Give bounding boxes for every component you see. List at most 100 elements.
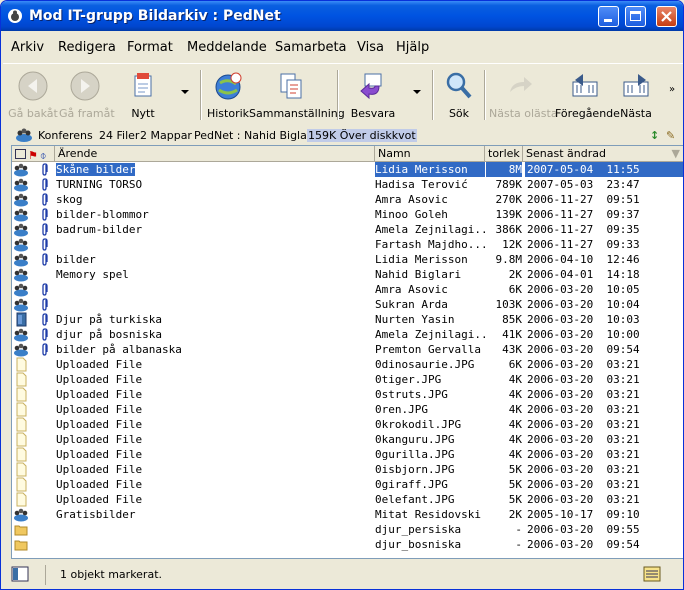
search-button[interactable]: Sök	[439, 68, 479, 122]
table-row[interactable]: badrum-bilder Amela Zejnilagi... 386K 2006-…	[12, 222, 683, 237]
size-cell: 41K	[502, 328, 522, 341]
name-cell: 0elefant.JPG	[375, 493, 455, 506]
message-list[interactable]: ⚑ ⌽ Ärende Namn torlek Senast ändrad ▼ Skå…	[11, 145, 683, 559]
table-row[interactable]: Memory spel Nahid Biglari 2K 2006-04-01 14:…	[12, 267, 683, 282]
table-row[interactable]: Uploaded File 0kanguru.JPG 4K 2006-03-20 03…	[12, 432, 683, 447]
name-cell: 0isbjorn.JPG	[375, 463, 455, 476]
date-cell: 2006-03-20 10:05	[527, 283, 640, 296]
subject-cell: Uploaded File	[56, 418, 143, 431]
toolbar-overflow-chevron-icon[interactable]: »	[669, 84, 675, 95]
table-row[interactable]: djur_bosniska -2006-03-20 09:54	[12, 537, 683, 552]
app-icon	[8, 9, 22, 23]
name-cell: 0gurilla.JPG	[375, 448, 455, 461]
back-button[interactable]: Gå bakåt	[7, 68, 59, 122]
file-icon	[13, 357, 29, 372]
table-row[interactable]: djur på bosniska Amela Zejnilagi... 41K 200…	[12, 327, 683, 342]
menu-hjalp[interactable]: Hjälp	[396, 40, 429, 55]
name-cell: 0krokodil.JPG	[375, 418, 462, 431]
table-row[interactable]: Sukran Arda 103K 2006-03-20 10:04	[12, 297, 683, 312]
reply-dropdown-arrow[interactable]	[413, 90, 421, 94]
conference-icon	[13, 207, 29, 222]
attachment-icon	[41, 207, 51, 222]
menu-visa[interactable]: Visa	[357, 40, 384, 55]
forward-arrow-icon	[70, 71, 100, 101]
table-row[interactable]: Uploaded File 0krokodil.JPG 4K 2006-03-20 0…	[12, 417, 683, 432]
date-cell: 2006-03-20 03:21	[527, 433, 640, 446]
conference-icon	[13, 507, 29, 522]
subject-cell	[56, 537, 374, 552]
table-row[interactable]: Fartash Majdho... 12K 2006-11-27 09:33	[12, 237, 683, 252]
close-button[interactable]	[656, 6, 677, 27]
subject-column-header[interactable]: Ärende	[55, 146, 375, 161]
name-cell: Nahid Biglari	[375, 268, 462, 281]
menu-format[interactable]: Format	[127, 40, 173, 55]
table-row[interactable]: TURNING TORSO Hadisa Terović 789K 2007-05-0…	[12, 177, 683, 192]
table-row[interactable]: Amra Asovic 6K 2006-03-20 10:05	[12, 282, 683, 297]
table-row[interactable]: Uploaded File 0struts.JPG 4K 2006-03-20 03:…	[12, 387, 683, 402]
date-cell: 2006-04-01 14:18	[527, 268, 640, 281]
date-cell: 2006-03-20 10:04	[527, 298, 640, 311]
table-row[interactable]: bilder-blommor Minoo Goleh 139K 2006-11-27 …	[12, 207, 683, 222]
subject-cell: Djur på turkiska	[56, 313, 162, 326]
size-cell: 8M	[486, 162, 522, 177]
table-row[interactable]: Uploaded File 0gurilla.JPG 4K 2006-03-20 03…	[12, 447, 683, 462]
attachment-icon	[41, 282, 51, 297]
subject-cell: Uploaded File	[56, 358, 143, 371]
date-column-header[interactable]: Senast ändrad ▼	[523, 146, 683, 161]
history-button[interactable]: Historik	[206, 68, 250, 122]
folder-count: 2 Mappar	[140, 129, 192, 142]
table-row[interactable]: djur_persiska -2006-03-20 09:55	[12, 522, 683, 537]
table-row[interactable]: Uploaded File 0ren.JPG 4K 2006-03-20 03:21	[12, 402, 683, 417]
date-cell: 2006-03-20 03:21	[527, 358, 640, 371]
minimize-button[interactable]	[598, 6, 619, 27]
conference-icon	[13, 297, 29, 312]
summary-button[interactable]: Sammanställning	[249, 68, 345, 122]
menu-meddelande[interactable]: Meddelande	[187, 40, 267, 55]
table-row[interactable]: skog Amra Asovic 270K 2006-11-27 09:51	[12, 192, 683, 207]
next-button[interactable]: Nästa	[615, 68, 657, 122]
file-icon	[13, 477, 29, 492]
subject-cell: Skåne bilder	[56, 163, 136, 176]
forward-button[interactable]: Gå framåt	[59, 68, 115, 122]
status-bar: 1 objekt markerat.	[3, 561, 683, 587]
table-row[interactable]: Skåne bilder Lidia Merisson 8M 2007-05-04 1…	[12, 162, 683, 177]
table-row[interactable]: Uploaded File 0elefant.JPG 5K 2006-03-20 03…	[12, 492, 683, 507]
date-cell: 2005-10-17 09:10	[527, 508, 640, 521]
next-unread-button[interactable]: Nästa olästa	[489, 68, 558, 122]
pencil-icon[interactable]: ✎	[666, 129, 675, 142]
table-row[interactable]: Uploaded File 0tiger.JPG 4K 2006-03-20 03:2…	[12, 372, 683, 387]
table-row[interactable]: bilder Lidia Merisson 9.8M 2006-04-10 12:46	[12, 252, 683, 267]
folder-icon	[13, 522, 29, 537]
subject-cell: Uploaded File	[56, 463, 143, 476]
pane-toggle-icon[interactable]	[11, 566, 29, 582]
attachment-icon	[41, 192, 51, 207]
new-button[interactable]: Nytt	[115, 68, 171, 122]
table-row[interactable]: Uploaded File 0dinosaurie.JPG 6K 2006-03-20…	[12, 357, 683, 372]
sort-indicator-icon[interactable]: ↕	[650, 129, 659, 142]
view-options-icon[interactable]	[643, 566, 661, 582]
name-cell: Hadisa Terović	[375, 178, 468, 191]
size-cell: 4K	[508, 388, 522, 401]
new-dropdown-arrow[interactable]	[181, 90, 189, 94]
reply-button[interactable]: Besvara	[343, 68, 403, 122]
size-cell: 2K	[508, 508, 522, 521]
name-column-header[interactable]: Namn	[375, 146, 485, 161]
table-row[interactable]: Gratisbilder Mitat Residovski 2K 2005-10-17…	[12, 507, 683, 522]
title-bar[interactable]: Mod IT-grupp Bildarkiv : PedNet	[1, 1, 683, 31]
table-row[interactable]: bilder på albanaska Premton Gervalla 43K 20…	[12, 342, 683, 357]
size-column-header[interactable]: torlek	[485, 146, 523, 161]
name-cell: Lidia Merisson	[375, 162, 485, 177]
size-cell: 5K	[508, 478, 522, 491]
name-cell: Amela Zejnilagi...	[375, 328, 485, 341]
icon-columns-header[interactable]: ⚑ ⌽	[12, 146, 55, 161]
table-row[interactable]: Uploaded File 0giraff.JPG 5K 2006-03-20 03:…	[12, 477, 683, 492]
maximize-button[interactable]	[625, 6, 646, 27]
table-row[interactable]: Djur på turkiska Nurten Yasin 85K 2006-03-2…	[12, 312, 683, 327]
search-icon	[446, 72, 472, 99]
table-row[interactable]: Uploaded File 0isbjorn.JPG 5K 2006-03-20 03…	[12, 462, 683, 477]
menu-samarbeta[interactable]: Samarbeta	[275, 40, 347, 55]
name-cell: 0ren.JPG	[375, 403, 428, 416]
menu-arkiv[interactable]: Arkiv	[11, 40, 44, 55]
previous-button[interactable]: Föregående	[555, 68, 620, 122]
menu-redigera[interactable]: Redigera	[58, 40, 116, 55]
